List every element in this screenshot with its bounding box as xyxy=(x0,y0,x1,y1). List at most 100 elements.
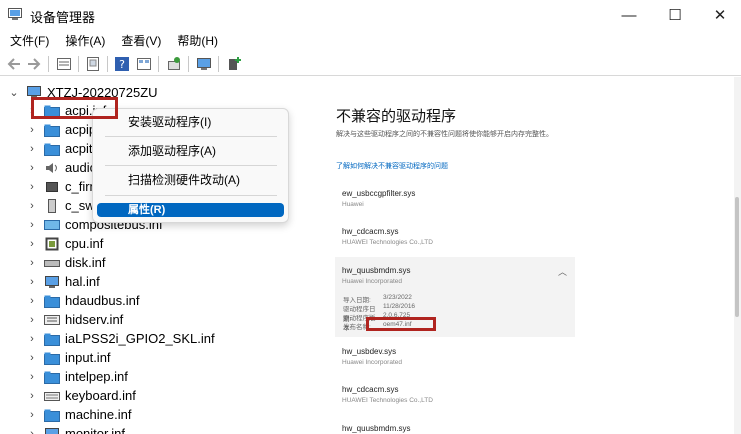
chevron-right-icon[interactable]: › xyxy=(26,390,38,402)
driver-name: hw_usbdev.sys xyxy=(342,347,397,356)
scroll-thumb[interactable] xyxy=(735,197,739,317)
ctx-add-driver[interactable]: 添加驱动程序(A) xyxy=(93,140,288,162)
chevron-right-icon[interactable]: › xyxy=(26,276,38,288)
driver-manufacturer: Huawei Incorporated xyxy=(342,278,402,285)
device-icon xyxy=(48,198,56,213)
tree-item-label: intelpep.inf xyxy=(65,369,128,384)
chevron-right-icon[interactable]: › xyxy=(26,314,38,326)
tree-item[interactable]: › monitor.inf xyxy=(26,424,125,434)
ctx-properties[interactable]: 属性(R) xyxy=(97,203,284,217)
driver-name: hw_cdcacm.sys xyxy=(342,385,399,394)
tree-item[interactable]: › hal.inf xyxy=(26,272,100,291)
help-icon[interactable]: ? xyxy=(114,56,130,72)
ctx-install-driver[interactable]: 安装驱动程序(I) xyxy=(93,111,288,133)
driver-item[interactable]: hw_cdcacm.sys HUAWEI Technologies Co.,LT… xyxy=(342,385,433,404)
driver-item[interactable]: hw_usbdev.sys Huawei Incorporated xyxy=(342,347,402,366)
minimize-button[interactable]: — xyxy=(606,0,652,30)
chevron-right-icon[interactable]: › xyxy=(26,295,38,307)
panel-title: 不兼容的驱动程序 xyxy=(336,108,457,125)
chevron-right-icon[interactable]: › xyxy=(26,124,38,136)
tree-item[interactable]: › cpu.inf xyxy=(26,234,103,253)
tree-item[interactable]: › acpip xyxy=(26,120,96,139)
properties-icon[interactable] xyxy=(56,56,72,72)
folder-icon xyxy=(44,295,60,308)
tree-item-label: hidserv.inf xyxy=(65,312,124,327)
tree-item[interactable]: › keyboard.inf xyxy=(26,386,136,405)
tree-item-label: machine.inf xyxy=(65,407,132,422)
driver-manufacturer: Huawei xyxy=(342,201,364,208)
driver-name: hw_quusbmdm.sys xyxy=(342,424,411,433)
back-arrow-icon[interactable] xyxy=(6,56,22,72)
driver-sheet-icon[interactable] xyxy=(85,56,101,72)
ctx-scan-hardware[interactable]: 扫描检测硬件改动(A) xyxy=(93,169,288,191)
tree-item[interactable]: › audio xyxy=(26,158,97,177)
folder-icon xyxy=(44,409,60,422)
folder-icon xyxy=(44,124,60,137)
disk-icon xyxy=(44,259,60,267)
tree-item[interactable]: › hidserv.inf xyxy=(26,310,123,329)
tree-item[interactable]: › disk.inf xyxy=(26,253,105,272)
scrollbar[interactable] xyxy=(734,77,741,434)
chevron-right-icon[interactable]: › xyxy=(26,409,38,421)
driver-manufacturer: Huawei Incorporated xyxy=(342,359,402,366)
view-icon[interactable] xyxy=(136,56,152,72)
chevron-right-icon[interactable]: › xyxy=(26,333,38,345)
tree-item[interactable]: › intelpep.inf xyxy=(26,367,128,386)
incompatible-drivers-panel: 不兼容的驱动程序 解决与这些驱动程序之间的不兼容性问题将使你能够开启内存完整性。… xyxy=(330,77,741,434)
menu-view[interactable]: 查看(V) xyxy=(121,32,161,49)
folder-icon xyxy=(44,352,60,365)
chevron-right-icon[interactable]: › xyxy=(26,257,38,269)
tree-item-label: disk.inf xyxy=(65,255,106,270)
bus-icon xyxy=(44,219,60,230)
tree-item-label: cpu.inf xyxy=(65,236,104,251)
chevron-right-icon[interactable]: › xyxy=(26,428,38,434)
tree-item-label: hal.inf xyxy=(65,274,100,289)
folder-icon xyxy=(44,371,60,384)
tree-item-label: input.inf xyxy=(65,350,111,365)
tree-item[interactable]: › iaLPSS2i_GPIO2_SKL.inf xyxy=(26,329,215,348)
chevron-right-icon[interactable]: › xyxy=(26,219,38,231)
chevron-right-icon[interactable]: › xyxy=(26,181,38,193)
maximize-button[interactable]: ☐ xyxy=(652,0,698,30)
chevron-right-icon[interactable]: › xyxy=(26,352,38,364)
driver-item[interactable]: hw_quusbmdm.sys xyxy=(342,424,410,433)
chevron-right-icon[interactable]: › xyxy=(26,371,38,383)
chevron-right-icon[interactable]: › xyxy=(26,162,38,174)
driver-manufacturer: HUAWEI Technologies Co.,LTD xyxy=(342,397,433,404)
speaker-icon xyxy=(46,162,57,173)
driver-item[interactable]: hw_cdcacm.sys HUAWEI Technologies Co.,LT… xyxy=(342,227,433,246)
menu-action[interactable]: 操作(A) xyxy=(65,32,105,49)
chevron-right-icon[interactable]: › xyxy=(26,238,38,250)
menu-help[interactable]: 帮助(H) xyxy=(177,32,218,49)
tree-item[interactable]: › hdaudbus.inf xyxy=(26,291,139,310)
chevron-up-icon[interactable]: ︿ xyxy=(558,265,567,278)
window-title: 设备管理器 xyxy=(30,10,96,25)
driver-manufacturer: HUAWEI Technologies Co.,LTD xyxy=(342,239,433,246)
add-driver-icon[interactable] xyxy=(226,56,242,72)
toolbar: ? xyxy=(0,52,741,76)
driver-item[interactable]: ew_usbccgpfilter.sys Huawei xyxy=(342,189,415,208)
chevron-right-icon[interactable]: › xyxy=(26,143,38,155)
tree-item-label: acpiti xyxy=(65,141,96,156)
tree-item-label: hdaudbus.inf xyxy=(65,293,140,308)
driver-name: ew_usbccgpfilter.sys xyxy=(342,189,416,198)
tree-item[interactable]: › acpiti xyxy=(26,139,95,158)
monitor-icon[interactable] xyxy=(196,56,212,72)
forward-arrow-icon[interactable] xyxy=(26,56,42,72)
scan-icon[interactable] xyxy=(166,56,182,72)
tree-item-label: iaLPSS2i_GPIO2_SKL.inf xyxy=(65,331,215,346)
tree-item[interactable]: › c_swd xyxy=(26,196,102,215)
tree-item[interactable]: › input.inf xyxy=(26,348,111,367)
cpu-icon xyxy=(45,237,59,250)
chevron-down-icon[interactable]: ⌄ xyxy=(8,86,20,99)
panel-help-link[interactable]: 了解如何解决不兼容驱动程序的问题 xyxy=(336,161,448,171)
close-button[interactable]: ✕ xyxy=(697,0,741,30)
menu-file[interactable]: 文件(F) xyxy=(10,32,49,49)
tree-item[interactable]: › c_firm xyxy=(26,177,100,196)
hid-icon xyxy=(44,314,60,325)
menu-bar: 文件(F) 操作(A) 查看(V) 帮助(H) xyxy=(0,30,741,50)
monitor-icon xyxy=(45,427,59,434)
published-name-highlight xyxy=(366,317,436,331)
tree-item[interactable]: › machine.inf xyxy=(26,405,131,424)
chevron-right-icon[interactable]: › xyxy=(26,200,38,212)
